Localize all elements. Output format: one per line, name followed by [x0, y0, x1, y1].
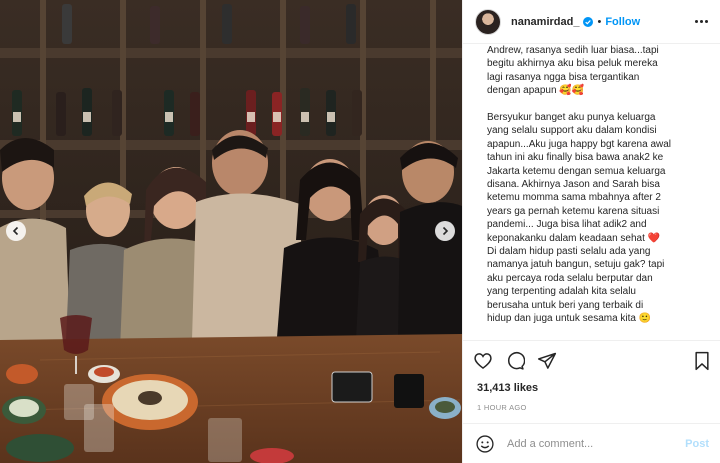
- caption-line: years ga pernah ketemu karena situasi: [487, 205, 660, 217]
- separator-dot: •: [597, 15, 602, 28]
- caption-paragraph-2: Bersyukur banget aku punya keluarga yang…: [487, 111, 715, 326]
- caption-line: yang selalu support aku dalam kondisi: [487, 125, 657, 137]
- heart-icon[interactable]: [473, 351, 493, 371]
- likes-count[interactable]: 31,413 likes: [477, 382, 538, 394]
- verified-badge-icon: [583, 16, 594, 27]
- chevron-right-icon: [442, 226, 449, 236]
- caption-line: disana. Akhirnya Jason and Sarah bisa: [487, 179, 660, 191]
- post-caption: Andrew, rasanya sedih luar biasa...tapi …: [487, 44, 715, 338]
- comment-input[interactable]: [507, 437, 677, 450]
- caption-line: apapun...Aku juga happy bgt karena awal: [487, 138, 672, 150]
- post-photo[interactable]: [0, 0, 462, 463]
- caption-line: Di dalam hidup pasti selalu ada yang: [487, 246, 651, 258]
- carousel-prev-button[interactable]: [6, 221, 26, 241]
- family-dinner-photo: [0, 0, 462, 463]
- caption-paragraph-1: Andrew, rasanya sedih luar biasa...tapi …: [487, 44, 715, 98]
- caption-line: aku percaya roda selalu berputar dan: [487, 272, 653, 284]
- caption-line: berusaha untuk beri yang terbaik di: [487, 299, 644, 311]
- comment-bar: Post: [463, 423, 720, 463]
- post-actions: [463, 340, 720, 380]
- chevron-left-icon: [12, 226, 19, 236]
- caption-line: ketemu momma sama mbahnya after 2: [487, 192, 661, 204]
- caption-line: lagi rasanya ngga bisa tergantikan: [487, 71, 640, 83]
- avatar[interactable]: [475, 8, 501, 35]
- comment-icon[interactable]: [505, 351, 525, 371]
- carousel-next-button[interactable]: [435, 221, 455, 241]
- caption-line: tahun ini aku finally bisa bawa anak2 ke: [487, 152, 664, 164]
- bookmark-icon[interactable]: [693, 351, 711, 371]
- caption-line: Bersyukur banget aku punya keluarga: [487, 112, 656, 124]
- caption-line: keponakanku dalam keadaan sehat ❤️: [487, 232, 661, 244]
- post-timestamp[interactable]: 1 HOUR AGO: [477, 403, 527, 412]
- post-side-panel: nanamirdad_ • Follow Andrew, rasanya sed…: [462, 0, 720, 463]
- emoji-icon[interactable]: [475, 434, 495, 454]
- more-options-icon[interactable]: [691, 16, 712, 27]
- caption-line: dengan apapun 🥰🥰: [487, 85, 585, 97]
- follow-button[interactable]: Follow: [605, 16, 640, 28]
- post-header: nanamirdad_ • Follow: [463, 0, 720, 44]
- caption-line: pandemi... Juga bisa lihat adik2 and: [487, 219, 647, 231]
- caption-line: Jakarta ketemu dengan semua keluarga: [487, 165, 666, 177]
- caption-line: begitu akhirnya aku bisa peluk mereka: [487, 58, 658, 70]
- username-link[interactable]: nanamirdad_: [511, 16, 579, 28]
- caption-line: Andrew, rasanya sedih luar biasa...tapi: [487, 45, 659, 56]
- caption-line: yang terpenting adalah kita selalu: [487, 286, 636, 298]
- share-icon[interactable]: [537, 351, 557, 371]
- post-comment-button[interactable]: Post: [685, 438, 709, 450]
- caption-line: namanya jatuh bangun, setuju gak? tapi: [487, 259, 665, 271]
- caption-line: hidup dan juga untuk sesama kita 🙂: [487, 313, 652, 325]
